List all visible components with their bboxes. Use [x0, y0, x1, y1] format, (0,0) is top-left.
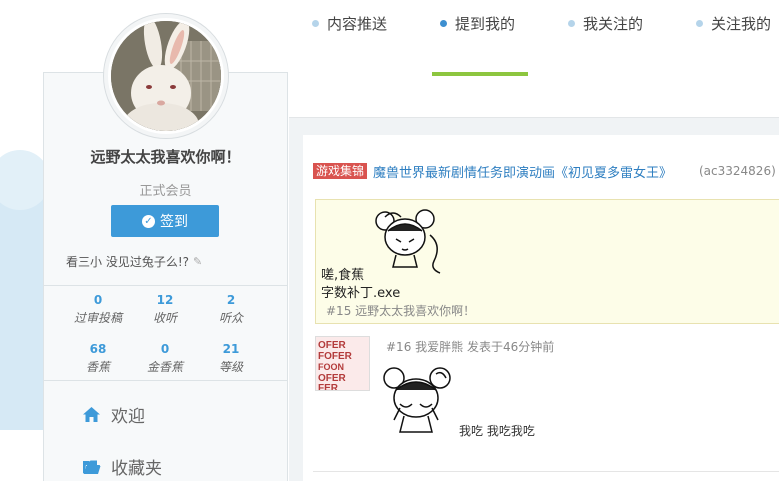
signin-label: 签到 [160, 214, 188, 230]
signature-text: 看三小 没见过兔子么!? [66, 255, 189, 269]
stat-level[interactable]: 21 等级 [201, 342, 261, 375]
tab-label: 关注我的 [711, 14, 772, 33]
stat-value: 0 [160, 342, 170, 356]
avatar-word: FOON [318, 362, 344, 372]
edit-icon[interactable]: ✎ [193, 255, 202, 268]
post-text: 我吃 我吃我吃 [459, 424, 535, 438]
avatar[interactable] [103, 13, 229, 139]
stat-following[interactable]: 12 收听 [135, 293, 195, 326]
stat-label: 听众 [218, 311, 243, 325]
stat-listeners[interactable]: 2 听众 [201, 293, 261, 326]
avatar-word: OFER [318, 340, 347, 351]
menu-item-label: 欢迎 [111, 407, 145, 427]
signin-button[interactable]: ✓ 签到 [111, 205, 219, 237]
menu-item-favorites[interactable]: 收藏夹 [82, 454, 162, 479]
member-rank: 正式会员 [139, 184, 192, 199]
bullet-icon [568, 19, 575, 27]
stat-value: 12 [156, 293, 174, 307]
stat-value: 68 [89, 342, 107, 356]
stat-value: 0 [93, 293, 103, 307]
rabbit-avatar-image [111, 21, 221, 131]
tab-bar [289, 72, 779, 118]
commenter-avatar[interactable]: OFER FOFER FOON OFER FER [315, 336, 370, 391]
stat-value: 2 [226, 293, 236, 307]
quote-reference[interactable]: #15 远野太太我喜欢你啊！ [326, 302, 475, 319]
stat-passed-submissions[interactable]: 0 过审投稿 [68, 293, 128, 326]
stat-label: 收听 [152, 311, 177, 325]
stat-gold-bananas[interactable]: 0 金香蕉 [135, 342, 195, 375]
signature: 看三小 没见过兔子么!? ✎ [66, 253, 202, 270]
quote-line: 嗟,食蕉 [321, 268, 365, 283]
tab-following[interactable]: 我关注的 [568, 0, 643, 46]
divider [43, 380, 288, 381]
category-tag[interactable]: 游戏集锦 [313, 163, 368, 179]
bullet-icon [440, 19, 447, 27]
stat-label: 金香蕉 [146, 360, 183, 374]
stat-label: 过审投稿 [73, 311, 122, 325]
tab-mentions[interactable]: 提到我的 [440, 0, 515, 46]
stat-bananas[interactable]: 68 香蕉 [68, 342, 128, 375]
divider [43, 285, 288, 286]
active-tab-indicator [432, 72, 528, 76]
stat-value: 21 [222, 342, 240, 356]
check-circle-icon: ✓ [142, 214, 155, 228]
quote-line: 字数补丁.exe [321, 286, 401, 301]
home-icon [83, 407, 100, 422]
menu-item-label: 收藏夹 [111, 459, 162, 479]
tab-content-push[interactable]: 内容推送 [312, 0, 387, 46]
manga-sticker-image [375, 209, 441, 274]
tab-label: 我关注的 [583, 14, 644, 33]
username: 远野太太我喜欢你啊！ [90, 148, 241, 166]
stat-label: 香蕉 [85, 360, 110, 374]
tab-label: 内容推送 [327, 14, 388, 33]
post-meta: #16 我爱胖熊 发表于46分钟前 [386, 340, 555, 354]
avatar-word: FER [318, 383, 339, 391]
divider [313, 471, 779, 472]
folder-icon [83, 460, 101, 474]
menu-item-welcome[interactable]: 欢迎 [82, 402, 145, 427]
ac-id: (ac3324826) [699, 164, 776, 178]
manga-sticker-image [383, 367, 451, 433]
avatar-word: FOFER [318, 351, 353, 362]
stat-label: 等级 [218, 360, 243, 374]
video-title-link[interactable]: 魔兽世界最新剧情任务即演动画《初见夏多雷女王》 [373, 162, 672, 181]
bullet-icon [696, 19, 703, 27]
bullet-icon [312, 19, 319, 27]
tab-label: 提到我的 [455, 14, 516, 33]
tab-followers[interactable]: 关注我的 [696, 0, 771, 46]
